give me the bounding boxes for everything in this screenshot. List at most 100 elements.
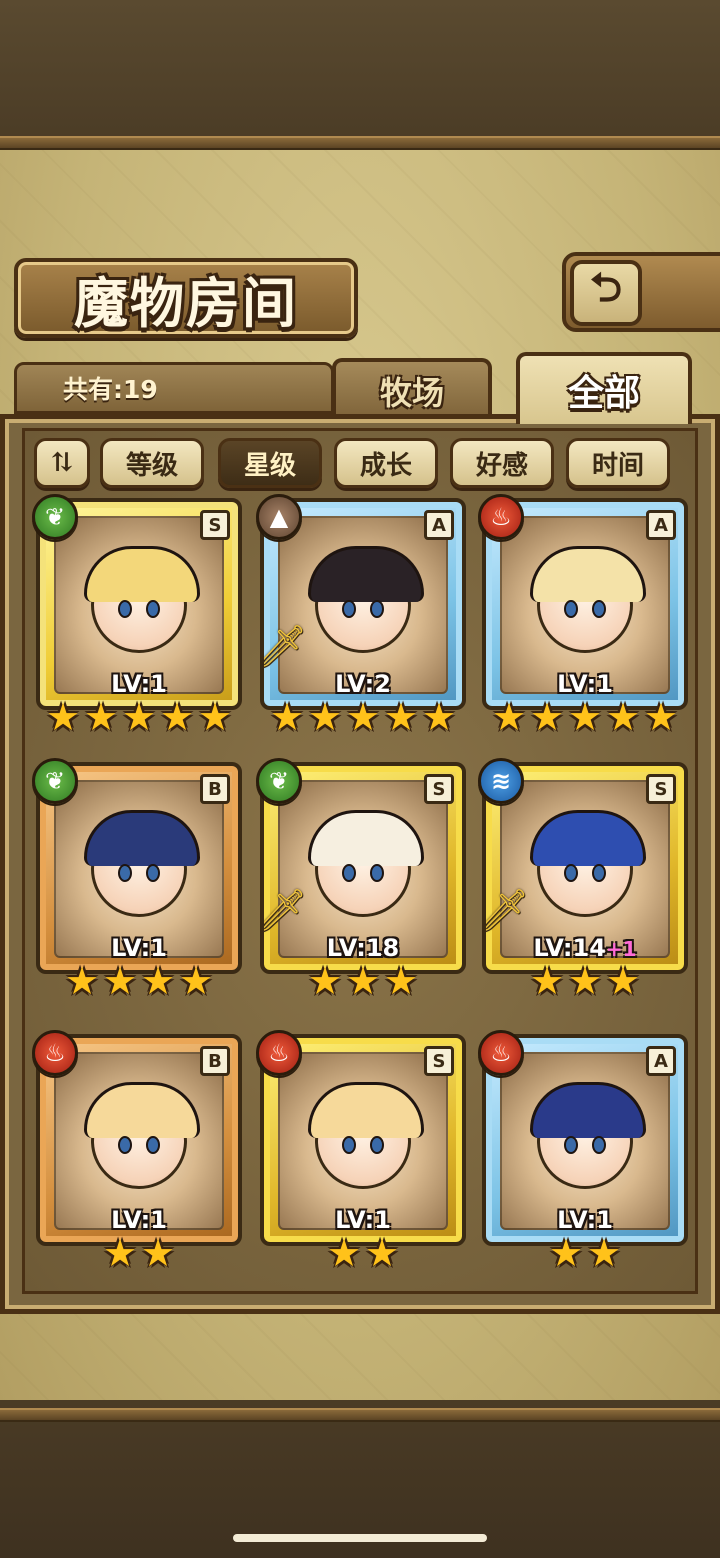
sort-by-affection-button[interactable]: 好感 (450, 438, 554, 488)
tab-pasture-label: 牧场 (379, 374, 444, 412)
monster-face (308, 810, 424, 917)
monster-portrait (500, 516, 670, 694)
sort-label: 等级 (125, 450, 178, 481)
level-text: LV:18 (326, 934, 400, 962)
sort-toggle-icon: ⇅ (51, 448, 73, 478)
level-text: LV:1 (557, 1206, 613, 1234)
monster-face (530, 546, 646, 653)
top-rail (0, 136, 720, 150)
sort-label: 时间 (591, 450, 644, 481)
earth-element-icon: ▲ (256, 494, 302, 540)
rank-badge: A (424, 510, 454, 540)
fire-element-icon: ♨ (32, 1030, 78, 1076)
star-rating: ★ ★ ★ ★ (36, 962, 242, 1000)
sort-by-growth-button[interactable]: 成长 (334, 438, 438, 488)
monster-face (84, 1082, 200, 1189)
monster-hair (530, 810, 646, 866)
sort-by-level-button[interactable]: 等级 (100, 438, 204, 488)
monster-face (530, 1082, 646, 1189)
rank-badge: S (424, 1046, 454, 1076)
monster-card[interactable]: LV:1 A ♨ ★ ★ (478, 1030, 688, 1275)
monster-eye (146, 1136, 160, 1154)
sort-label: 好感 (475, 450, 528, 481)
monster-portrait (500, 1052, 670, 1230)
monster-card[interactable]: LV:1 A ♨ ★ ★ ★ ★ ★ (478, 494, 688, 739)
star-rating: ★ ★ ★ (260, 962, 466, 1000)
monster-card[interactable]: LV:1 B ❦ ★ ★ ★ ★ (32, 758, 242, 1002)
monster-portrait (278, 1052, 448, 1230)
star-icon: ★ (548, 1231, 584, 1275)
monster-hair (530, 1082, 646, 1138)
nature-element-icon: ❦ (32, 494, 78, 540)
title-plate: 魔物房间 (14, 258, 358, 338)
star-icon: ★ (383, 695, 419, 739)
monster-eye (342, 1136, 356, 1154)
fire-element-icon: ♨ (256, 1030, 302, 1076)
star-icon: ★ (140, 959, 176, 1003)
star-icon: ★ (567, 959, 603, 1003)
monster-face (308, 1082, 424, 1189)
star-icon: ★ (643, 695, 679, 739)
level-text: LV:1 (335, 1206, 391, 1234)
star-icon: ★ (159, 695, 195, 739)
top-background (0, 0, 720, 150)
monster-level: LV:1 (40, 934, 238, 962)
star-icon: ★ (567, 695, 603, 739)
star-icon: ★ (121, 695, 157, 739)
star-icon: ★ (421, 695, 457, 739)
rank-badge: S (646, 774, 676, 804)
monster-card[interactable]: LV:14+1🗡S≋★★★ (478, 758, 688, 1003)
monster-level: LV:1 (40, 1206, 238, 1234)
monster-eye (592, 600, 606, 618)
nature-element-icon: ❦ (256, 758, 302, 804)
sort-label: 星级 (243, 450, 296, 481)
monster-eye (342, 864, 356, 882)
sort-by-time-button[interactable]: 时间 (566, 438, 670, 488)
monster-portrait (54, 1052, 224, 1230)
monster-card[interactable]: LV:1 B ♨ ★ ★ (32, 1030, 242, 1275)
home-indicator[interactable] (233, 1534, 487, 1542)
star-icon: ★ (345, 959, 381, 1003)
level-text: LV:1 (111, 1206, 167, 1234)
star-icon: ★ (64, 959, 100, 1003)
sort-order-toggle[interactable]: ⇅ (34, 438, 90, 488)
sort-label: 成长 (359, 450, 412, 481)
rank-badge: S (424, 774, 454, 804)
page-title: 魔物房间 (74, 270, 298, 335)
monster-hair (530, 546, 646, 602)
star-icon: ★ (178, 959, 214, 1003)
monster-level: LV:1 (486, 1206, 684, 1234)
back-arrow-icon: ⮌ (589, 265, 623, 311)
monster-card[interactable]: LV:18🗡S❦★★★ (256, 758, 466, 1002)
monster-eye (592, 1136, 606, 1154)
level-text: LV:14 (533, 934, 606, 962)
monster-eye (118, 864, 132, 882)
star-icon: ★ (197, 695, 233, 739)
monster-level: LV:1 (264, 1206, 462, 1234)
monster-eye (564, 1136, 578, 1154)
star-rating: ★ ★ (260, 1234, 466, 1272)
tab-all-label: 全部 (567, 372, 640, 414)
monster-eye (370, 1136, 384, 1154)
monster-card[interactable]: LV:2🗡A▲★★★★★ (256, 494, 466, 739)
back-button[interactable]: ⮌ (570, 260, 642, 326)
count-bar: 共有:19 (14, 362, 334, 414)
monster-eye (592, 864, 606, 882)
tab-pasture[interactable]: 牧场 (332, 358, 492, 420)
level-text: LV:1 (111, 670, 167, 698)
star-icon: ★ (364, 1231, 400, 1275)
monster-count: 共有:19 (63, 375, 158, 404)
star-icon: ★ (45, 695, 81, 739)
level-text: LV:2 (335, 670, 391, 698)
star-icon: ★ (140, 1231, 176, 1275)
tab-all[interactable]: 全部 (516, 352, 692, 424)
star-icon: ★ (383, 959, 419, 1003)
rank-badge: B (200, 774, 230, 804)
monster-card[interactable]: LV:1 S ♨ ★ ★ (256, 1030, 466, 1274)
monster-card[interactable]: LV:1 S ❦ ★ ★ ★ ★ ★ (32, 494, 242, 739)
star-icon: ★ (326, 1231, 362, 1275)
star-icon: ★ (605, 695, 641, 739)
star-icon: ★ (345, 695, 381, 739)
fire-element-icon: ♨ (478, 1030, 524, 1076)
sort-by-stars-button[interactable]: 星级 (218, 438, 322, 488)
